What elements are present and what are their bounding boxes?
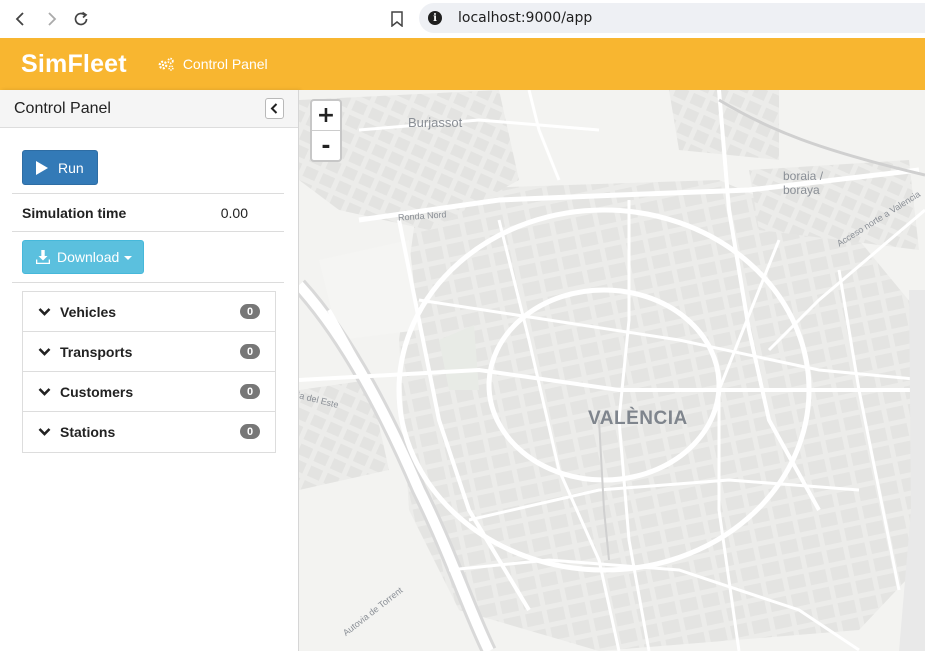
count-badge: 0 <box>240 344 260 359</box>
url-text: localhost:9000/app <box>458 10 593 26</box>
count-badge: 0 <box>240 384 260 399</box>
control-panel-link[interactable]: Control Panel <box>157 56 268 72</box>
chevron-down-icon <box>38 387 51 396</box>
run-button-label: Run <box>58 159 84 176</box>
chevron-left-icon <box>270 103 278 114</box>
cogs-icon <box>158 57 174 71</box>
download-icon <box>36 250 50 264</box>
map-label-valencia: VALÈNCIA <box>588 408 688 429</box>
accordion-label: Stations <box>60 424 116 440</box>
download-button[interactable]: Download <box>22 240 144 274</box>
simulation-time-row: Simulation time 0.00 <box>22 205 284 223</box>
count-badge: 0 <box>240 424 260 439</box>
control-panel-link-label: Control Panel <box>182 56 268 72</box>
zoom-out-button[interactable]: - <box>312 131 340 161</box>
reload-icon <box>74 11 88 26</box>
map-label-alboraya: boraia / boraya <box>783 169 823 197</box>
address-bar[interactable]: i localhost:9000/app <box>419 3 925 33</box>
run-button[interactable]: Run <box>22 150 98 185</box>
chevron-left-icon <box>15 12 24 26</box>
simulation-time-value: 0.00 <box>220 205 248 221</box>
map-canvas[interactable]: Burjassot Ronda Nord boraia / boraya Acc… <box>299 90 925 651</box>
zoom-control: + - <box>310 99 342 162</box>
back-button[interactable] <box>9 7 33 31</box>
chevron-down-icon <box>38 428 51 436</box>
sidebar: Control Panel Run Simulation time 0.00 D… <box>0 90 299 651</box>
chevron-down-icon <box>38 347 51 356</box>
play-icon <box>36 160 48 175</box>
chevron-down-icon <box>38 307 51 316</box>
brand-logo[interactable]: SimFleet <box>21 50 127 79</box>
divider <box>12 193 284 194</box>
map-label-alboraya-line1: boraia / <box>783 169 824 183</box>
bookmark-icon <box>391 11 403 27</box>
info-icon[interactable]: i <box>428 11 442 25</box>
download-button-label: Download <box>57 249 120 265</box>
chevron-right-icon <box>48 12 57 26</box>
forward-button[interactable] <box>39 7 63 31</box>
sidebar-title: Control Panel <box>14 99 111 117</box>
reload-button[interactable] <box>69 7 93 31</box>
map-label-alboraya-line2: boraya <box>783 183 820 197</box>
accordion-customers[interactable]: Customers 0 <box>23 372 275 412</box>
simulation-time-label: Simulation time <box>22 205 127 221</box>
sidebar-header: Control Panel <box>0 90 298 128</box>
count-badge: 0 <box>240 304 260 319</box>
caret-down-icon <box>124 256 133 260</box>
map-label-burjassot: Burjassot <box>408 115 463 130</box>
divider <box>12 231 284 232</box>
divider <box>12 282 284 283</box>
accordion-label: Customers <box>60 383 134 400</box>
collapse-sidebar-button[interactable] <box>265 98 284 119</box>
zoom-in-button[interactable]: + <box>312 101 340 131</box>
map-tiles <box>299 90 925 651</box>
browser-toolbar: i localhost:9000/app <box>0 0 925 38</box>
entity-accordion: Vehicles 0 Transports 0 Customers 0 Stat… <box>22 291 276 453</box>
app-header: SimFleet Control Panel <box>0 38 925 90</box>
accordion-transports[interactable]: Transports 0 <box>23 332 275 372</box>
bookmark-button[interactable] <box>386 8 408 30</box>
accordion-label: Transports <box>60 343 133 360</box>
accordion-vehicles[interactable]: Vehicles 0 <box>23 292 275 332</box>
accordion-stations[interactable]: Stations 0 <box>23 412 275 452</box>
accordion-label: Vehicles <box>60 303 117 320</box>
